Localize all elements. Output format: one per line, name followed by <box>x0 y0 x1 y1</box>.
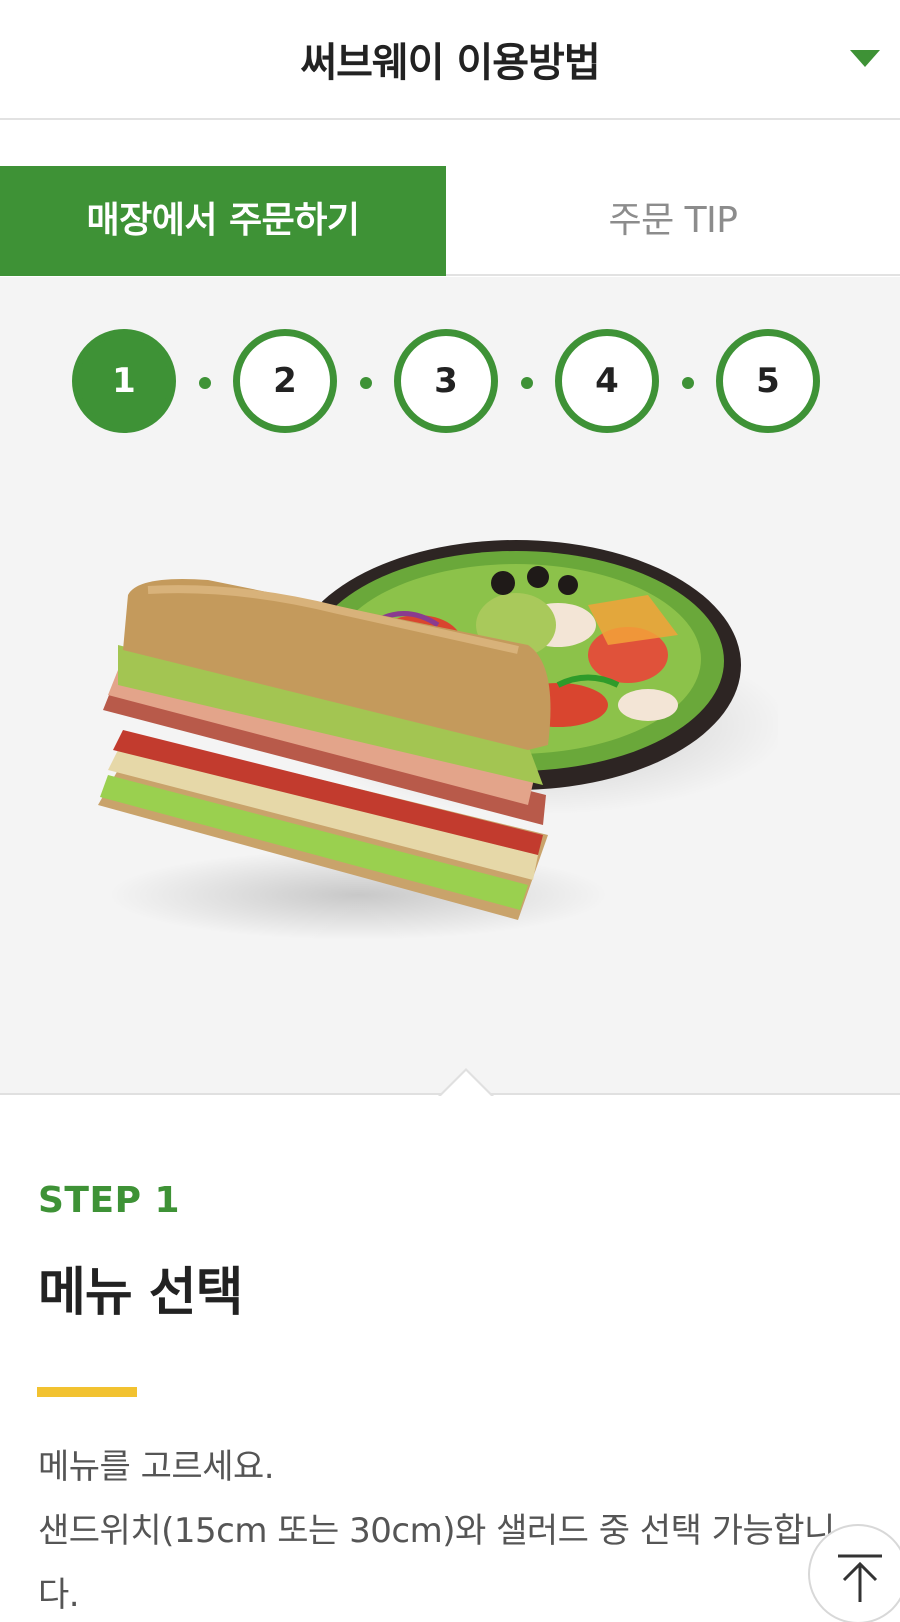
step-button-3[interactable]: 3 <box>394 329 498 433</box>
step-button-5[interactable]: 5 <box>716 329 820 433</box>
step-description: 메뉴를 고르세요. 샌드위치(15cm 또는 30cm)와 샐러드 중 선택 가… <box>38 1435 868 1622</box>
step-label: STEP 1 <box>38 1180 181 1221</box>
step-button-2[interactable]: 2 <box>233 329 337 433</box>
tab-order-tip[interactable]: 주문 TIP <box>446 166 900 276</box>
arrow-up-icon <box>838 1554 882 1602</box>
tab-order-in-store[interactable]: 매장에서 주문하기 <box>0 166 446 276</box>
step-title: 메뉴 선택 <box>38 1263 243 1323</box>
sandwich-and-salad-image <box>98 540 778 940</box>
step-panel: 1 2 3 4 5 <box>0 277 900 1095</box>
page-header: 써브웨이 이용방법 <box>0 0 900 120</box>
step-connector-dot <box>199 377 211 389</box>
step-connector-dot <box>682 377 694 389</box>
tab-bar: 매장에서 주문하기 주문 TIP <box>0 166 900 276</box>
caret-down-icon[interactable] <box>850 50 880 67</box>
scroll-to-top-button[interactable] <box>808 1524 900 1622</box>
step-pointer-fill <box>440 1071 492 1097</box>
step-button-1[interactable]: 1 <box>72 329 176 433</box>
page-title: 써브웨이 이용방법 <box>300 40 600 86</box>
step-connector-dot <box>360 377 372 389</box>
step-button-4[interactable]: 4 <box>555 329 659 433</box>
accent-divider <box>37 1387 137 1397</box>
description-line: 메뉴를 고르세요. <box>38 1447 275 1487</box>
description-line: 샌드위치(15cm 또는 30cm)와 샐러드 중 선택 가능합니다. <box>38 1511 835 1615</box>
step-connector-dot <box>521 377 533 389</box>
